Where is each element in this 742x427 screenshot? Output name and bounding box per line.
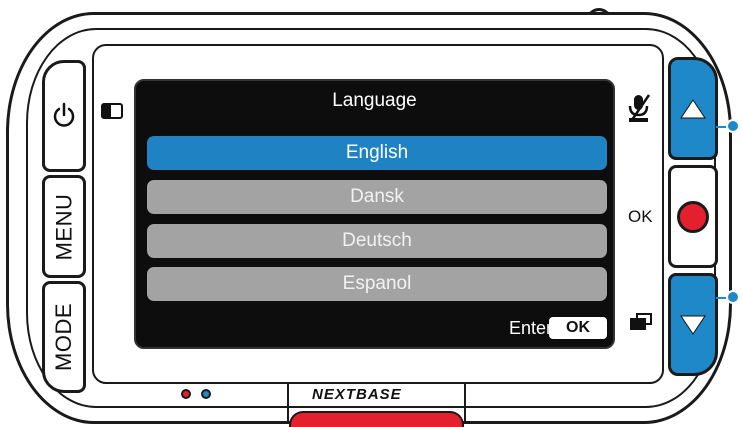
menu-button-label: MENU bbox=[51, 193, 76, 260]
record-dot-icon bbox=[677, 200, 709, 233]
language-option-dansk[interactable]: Dansk bbox=[147, 180, 607, 214]
down-button[interactable] bbox=[668, 273, 718, 376]
triangle-down-icon bbox=[680, 315, 706, 335]
protect-file-icon bbox=[630, 313, 652, 330]
power-button[interactable] bbox=[42, 60, 86, 172]
led-blue bbox=[201, 389, 211, 399]
mode-button-label: MODE bbox=[51, 303, 76, 371]
language-option-espanol[interactable]: Espanol bbox=[147, 267, 607, 301]
enter-ok-key[interactable]: OK bbox=[549, 317, 607, 339]
callout-dot-down bbox=[726, 290, 740, 304]
mode-button[interactable]: MODE bbox=[42, 281, 86, 393]
enter-hint-label: Enter bbox=[509, 318, 553, 338]
language-option-english[interactable]: English bbox=[147, 136, 607, 170]
callout-dot-up bbox=[726, 119, 740, 133]
brand-logo: NEXTBASE bbox=[312, 386, 402, 403]
menu-button[interactable]: MENU bbox=[42, 175, 86, 278]
triangle-up-icon bbox=[680, 98, 706, 118]
ok-side-label: OK bbox=[628, 207, 653, 226]
bottom-divider-right bbox=[464, 384, 466, 424]
language-option-deutsch[interactable]: Deutsch bbox=[147, 224, 607, 258]
power-icon bbox=[53, 102, 75, 127]
lcd-screen bbox=[134, 79, 615, 349]
menu-title: Language bbox=[332, 90, 417, 111]
memory-card-slot bbox=[289, 411, 464, 427]
led-red bbox=[181, 389, 191, 399]
screen-toggle-icon bbox=[101, 103, 123, 119]
mic-muted-icon bbox=[628, 94, 651, 122]
bottom-divider-left bbox=[287, 384, 289, 424]
up-button[interactable] bbox=[668, 57, 718, 160]
record-ok-button[interactable] bbox=[668, 165, 718, 268]
logo-underline bbox=[300, 406, 442, 408]
